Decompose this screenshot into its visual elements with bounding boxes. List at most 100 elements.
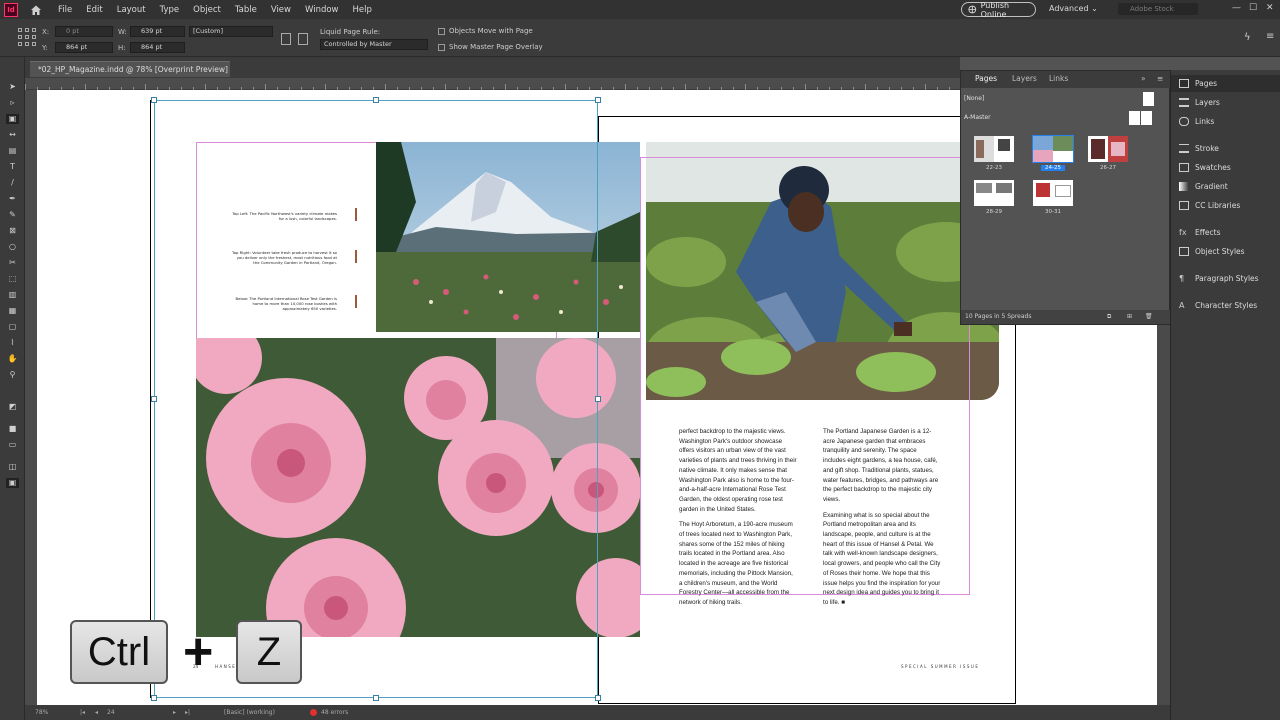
preflight-errors[interactable]: 48 errors bbox=[321, 705, 348, 720]
selection-handle[interactable] bbox=[151, 695, 157, 701]
content-collector-icon[interactable]: ▤ bbox=[6, 146, 19, 156]
none-master-thumbnail[interactable] bbox=[1143, 92, 1154, 106]
h-field[interactable]: 864 pt bbox=[130, 42, 185, 53]
style-status[interactable]: [Basic] (working) bbox=[224, 705, 275, 720]
selection-handle[interactable] bbox=[595, 396, 601, 402]
show-master-checkbox[interactable] bbox=[438, 44, 445, 51]
maximize-icon[interactable]: ☐ bbox=[1249, 3, 1257, 13]
dock-swatches[interactable]: Swatches bbox=[1171, 159, 1280, 176]
page-tool-icon[interactable]: ▣ bbox=[6, 114, 19, 124]
dock-pages[interactable]: Pages bbox=[1171, 75, 1280, 92]
dock-object-styles[interactable]: Object Styles bbox=[1171, 243, 1280, 260]
collapse-icon[interactable]: » bbox=[1141, 74, 1146, 83]
scale-select[interactable]: [Custom] bbox=[189, 26, 273, 37]
edit-page-size-icon[interactable]: ⧉ bbox=[1107, 310, 1111, 324]
tab-links[interactable]: Links bbox=[1049, 74, 1068, 83]
last-page-icon[interactable]: ▸| bbox=[185, 705, 190, 720]
adobe-stock-search[interactable]: Adobe Stock bbox=[1118, 3, 1198, 15]
next-page-icon[interactable]: ▸ bbox=[173, 705, 176, 720]
free-transform-tool-icon[interactable]: ⬚ bbox=[6, 274, 19, 284]
hand-tool-icon[interactable]: ✋ bbox=[6, 354, 19, 364]
selection-tool-icon[interactable]: ➤ bbox=[6, 82, 19, 92]
type-tool-icon[interactable]: T bbox=[6, 162, 19, 172]
selection-handle[interactable] bbox=[151, 97, 157, 103]
new-page-icon[interactable]: ⊞ bbox=[1127, 310, 1132, 324]
zoom-tool-icon[interactable]: ⚲ bbox=[6, 370, 19, 380]
spread-thumbnail-selected[interactable] bbox=[1032, 135, 1074, 163]
menu-type[interactable]: Type bbox=[160, 5, 180, 15]
menu-window[interactable]: Window bbox=[305, 5, 339, 15]
menu-file[interactable]: File bbox=[58, 5, 72, 15]
menu-view[interactable]: View bbox=[271, 5, 291, 15]
dock-effects[interactable]: fx Effects bbox=[1171, 224, 1280, 241]
spread-thumbnail[interactable] bbox=[974, 180, 1014, 206]
screen-mode-icon[interactable]: ▭ bbox=[6, 440, 19, 450]
none-master[interactable]: [None] bbox=[964, 95, 984, 102]
panel-menu-icon[interactable]: ≡ bbox=[1157, 74, 1163, 83]
horizontal-ruler[interactable] bbox=[25, 78, 960, 90]
preflight-error-icon[interactable] bbox=[310, 709, 317, 716]
y-field[interactable]: 864 pt bbox=[55, 42, 113, 53]
liquid-page-rule-select[interactable]: Controlled by Master bbox=[320, 39, 428, 50]
line-tool-icon[interactable]: / bbox=[6, 178, 19, 188]
page-selection-frame[interactable] bbox=[154, 100, 598, 698]
pen-tool-icon[interactable]: ✒ bbox=[6, 194, 19, 204]
selection-handle[interactable] bbox=[595, 695, 601, 701]
menu-layout[interactable]: Layout bbox=[117, 5, 146, 15]
objects-move-checkbox[interactable] bbox=[438, 28, 445, 35]
workspace-switcher[interactable]: Advanced ⌄ bbox=[1049, 4, 1098, 13]
publish-online-button[interactable]: Publish Online bbox=[961, 1, 1036, 19]
preview-mode-icon[interactable]: ◫ bbox=[6, 462, 19, 472]
close-window-icon[interactable]: ✕ bbox=[1266, 3, 1274, 13]
gradient-tool-icon[interactable]: ▥ bbox=[6, 290, 19, 300]
apply-color-icon[interactable]: ■ bbox=[6, 424, 19, 434]
scissors-tool-icon[interactable]: ✂ bbox=[6, 258, 19, 268]
menu-edit[interactable]: Edit bbox=[86, 5, 102, 15]
home-icon[interactable] bbox=[30, 4, 42, 16]
menu-table[interactable]: Table bbox=[235, 5, 257, 15]
rectangle-frame-tool-icon[interactable]: ⊠ bbox=[6, 226, 19, 236]
panel-menu-icon[interactable]: ≡ bbox=[1266, 31, 1274, 42]
normal-mode-icon[interactable]: ▣ bbox=[6, 478, 19, 488]
dock-paragraph-styles[interactable]: ¶ Paragraph Styles bbox=[1171, 270, 1280, 287]
a-master-thumbnail-right[interactable] bbox=[1141, 111, 1152, 125]
selection-handle[interactable] bbox=[373, 97, 379, 103]
a-master-thumbnail-left[interactable] bbox=[1129, 111, 1140, 125]
tab-layers[interactable]: Layers bbox=[1012, 74, 1037, 83]
eyedropper-tool-icon[interactable]: ⌇ bbox=[6, 338, 19, 348]
gap-tool-icon[interactable]: ↔ bbox=[6, 130, 19, 140]
fit-frame-icon[interactable] bbox=[298, 33, 308, 45]
menu-object[interactable]: Object bbox=[193, 5, 221, 15]
gradient-feather-tool-icon[interactable]: ▦ bbox=[6, 306, 19, 316]
body-text-column-2[interactable]: The Portland Japanese Garden is a 12-acr… bbox=[823, 427, 941, 614]
prev-page-icon[interactable]: ◂ bbox=[95, 705, 98, 720]
spread-thumbnail[interactable] bbox=[1033, 180, 1073, 206]
delete-page-icon[interactable]: 🗑 bbox=[1145, 310, 1153, 324]
fill-stroke-icon[interactable]: ◩ bbox=[6, 402, 19, 412]
first-page-icon[interactable]: |◂ bbox=[80, 705, 85, 720]
gardener-photo[interactable] bbox=[646, 142, 999, 400]
page-number-field[interactable]: 24 bbox=[107, 705, 115, 720]
dock-stroke[interactable]: Stroke bbox=[1171, 140, 1280, 157]
note-tool-icon[interactable]: ▢ bbox=[6, 322, 19, 332]
w-field[interactable]: 639 pt bbox=[130, 26, 185, 37]
constrain-proportions-icon[interactable] bbox=[281, 33, 291, 45]
dock-layers[interactable]: Layers bbox=[1171, 94, 1280, 111]
dock-cc-libraries[interactable]: CC Libraries bbox=[1171, 197, 1280, 214]
dock-character-styles[interactable]: A Character Styles bbox=[1171, 297, 1280, 314]
direct-selection-tool-icon[interactable]: ▹ bbox=[6, 98, 19, 108]
x-field[interactable]: 0 pt bbox=[55, 26, 113, 37]
spread-thumbnail[interactable] bbox=[974, 136, 1014, 162]
menu-help[interactable]: Help bbox=[353, 5, 372, 15]
selection-handle[interactable] bbox=[151, 396, 157, 402]
selection-handle[interactable] bbox=[595, 97, 601, 103]
tab-pages[interactable]: Pages bbox=[975, 74, 997, 83]
vertical-ruler[interactable] bbox=[25, 90, 37, 705]
a-master[interactable]: A-Master bbox=[964, 114, 991, 121]
zoom-level[interactable]: 78% bbox=[35, 705, 48, 720]
reference-point-icon[interactable] bbox=[18, 28, 36, 46]
body-text-column-1[interactable]: perfect backdrop to the majestic views. … bbox=[679, 427, 797, 614]
minimize-icon[interactable]: — bbox=[1232, 3, 1241, 13]
pencil-tool-icon[interactable]: ✎ bbox=[6, 210, 19, 220]
dock-links[interactable]: Links bbox=[1171, 113, 1280, 130]
